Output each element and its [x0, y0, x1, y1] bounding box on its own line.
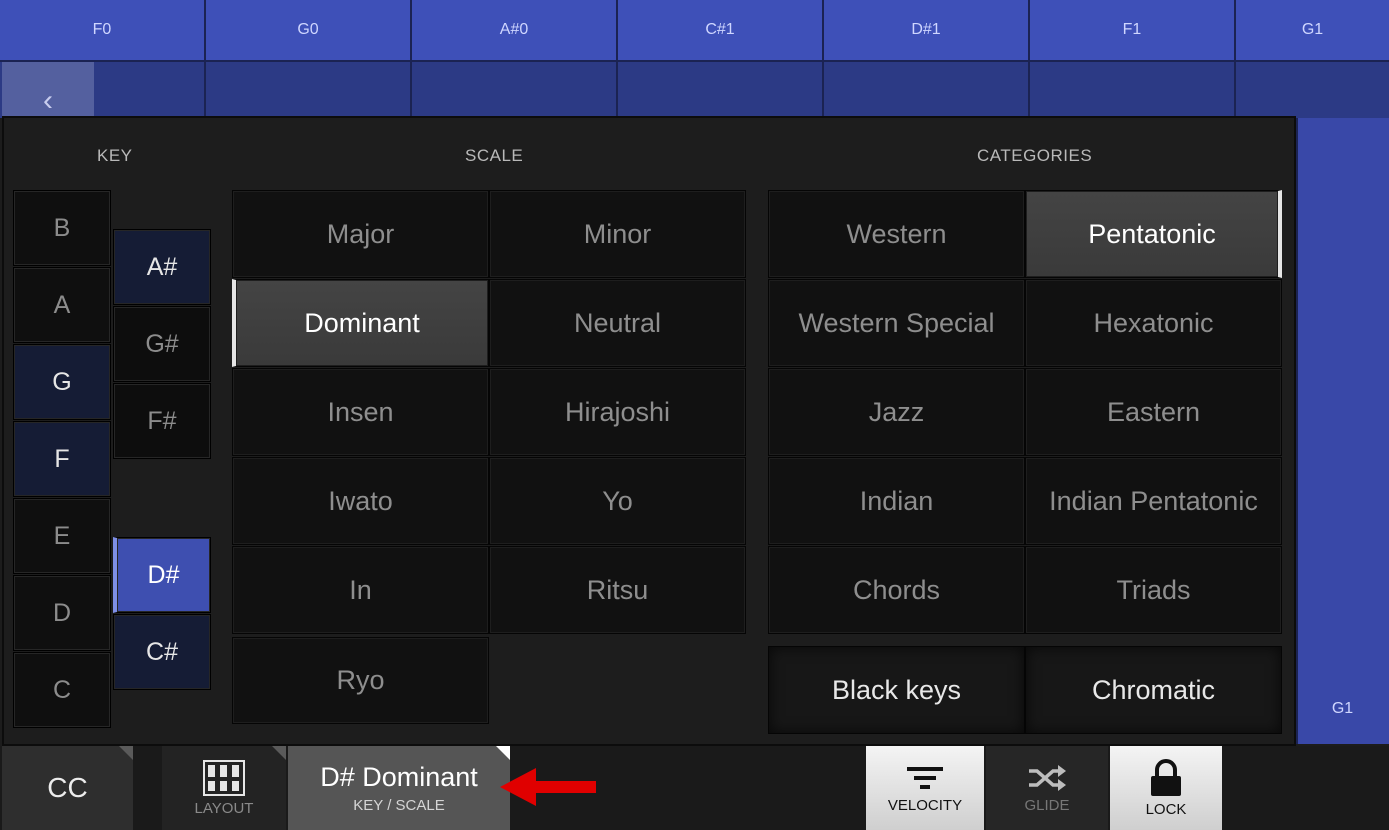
scale-in[interactable]: In [232, 546, 489, 634]
category-jazz[interactable]: Jazz [768, 368, 1025, 456]
red-arrow-icon [500, 768, 596, 806]
scale-minor[interactable]: Minor [489, 190, 746, 278]
scale-hirajoshi[interactable]: Hirajoshi [489, 368, 746, 456]
key-b[interactable]: B [13, 190, 111, 266]
key-g-sharp[interactable]: G# [113, 306, 211, 382]
category-western[interactable]: Western [768, 190, 1025, 278]
note-pad-f0[interactable]: F0 [0, 0, 206, 62]
key-scale-label: KEY / SCALE [353, 797, 445, 814]
note-pad-a-sharp-0[interactable]: A#0 [412, 0, 618, 62]
lock-label: LOCK [1145, 800, 1187, 818]
note-pad-g1[interactable]: G1 [1236, 0, 1389, 62]
back-button[interactable]: ‹ [2, 62, 94, 118]
category-pentatonic[interactable]: Pentatonic [1025, 190, 1282, 278]
note-pad-d-sharp-1[interactable]: D#1 [824, 0, 1030, 62]
scale-ritsu[interactable]: Ritsu [489, 546, 746, 634]
note-pad[interactable] [1236, 62, 1389, 118]
cc-button[interactable]: CC [2, 746, 133, 830]
key-f-sharp[interactable]: F# [113, 383, 211, 459]
note-pad-c-sharp-1[interactable]: C#1 [618, 0, 824, 62]
note-pad-right-column[interactable] [1296, 118, 1389, 744]
key-d-sharp[interactable]: D# [113, 537, 211, 613]
chevron-left-icon: ‹ [43, 84, 53, 117]
note-pad[interactable] [206, 62, 412, 118]
shuffle-icon [1029, 764, 1066, 791]
black-keys-button[interactable]: Black keys [768, 646, 1025, 734]
category-eastern[interactable]: Eastern [1025, 368, 1282, 456]
key-c-sharp[interactable]: C# [113, 614, 211, 690]
scale-yo[interactable]: Yo [489, 457, 746, 545]
layout-button[interactable]: LAYOUT [162, 746, 286, 830]
glide-label: GLIDE [1024, 796, 1070, 814]
note-pad-g1-label: G1 [1331, 700, 1354, 717]
key-scale-value: D# Dominant [320, 762, 478, 792]
key-header: KEY [97, 146, 133, 165]
note-grid-second-row [0, 62, 1389, 118]
velocity-label: VELOCITY [887, 796, 963, 814]
note-pad[interactable] [824, 62, 1030, 118]
lock-button[interactable]: LOCK [1110, 746, 1222, 830]
key-a[interactable]: A [13, 267, 111, 343]
category-hexatonic[interactable]: Hexatonic [1025, 279, 1282, 367]
key-g[interactable]: G [13, 344, 111, 420]
note-pad[interactable] [618, 62, 824, 118]
key-d[interactable]: D [13, 575, 111, 651]
category-indian[interactable]: Indian [768, 457, 1025, 545]
note-pad[interactable] [1030, 62, 1236, 118]
cc-label: CC [47, 772, 88, 803]
key-a-sharp[interactable]: A# [113, 229, 211, 305]
key-c[interactable]: C [13, 652, 111, 728]
scale-header: SCALE [465, 146, 524, 165]
scale-major[interactable]: Major [232, 190, 489, 278]
scale-ryo[interactable]: Ryo [232, 637, 489, 724]
scale-dominant[interactable]: Dominant [232, 279, 489, 367]
filter-icon [907, 766, 943, 789]
categories-header: CATEGORIES [977, 146, 1093, 165]
corner-indicator [272, 746, 286, 760]
key-f[interactable]: F [13, 421, 111, 497]
lock-icon [1151, 758, 1181, 796]
note-pad[interactable] [412, 62, 618, 118]
key-e[interactable]: E [13, 498, 111, 574]
scale-iwato[interactable]: Iwato [232, 457, 489, 545]
category-triads[interactable]: Triads [1025, 546, 1282, 634]
layout-label: LAYOUT [194, 799, 254, 817]
corner-indicator [496, 746, 510, 760]
category-indian-pentatonic[interactable]: Indian Pentatonic [1025, 457, 1282, 545]
scale-neutral[interactable]: Neutral [489, 279, 746, 367]
corner-indicator [119, 746, 133, 760]
note-pad-g0[interactable]: G0 [206, 0, 412, 62]
glide-button[interactable]: GLIDE [986, 746, 1108, 830]
category-western-special[interactable]: Western Special [768, 279, 1025, 367]
chromatic-button[interactable]: Chromatic [1025, 646, 1282, 734]
key-scale-button[interactable]: D# Dominant KEY / SCALE [288, 746, 510, 830]
note-pad-f1[interactable]: F1 [1030, 0, 1236, 62]
scale-insen[interactable]: Insen [232, 368, 489, 456]
velocity-button[interactable]: VELOCITY [866, 746, 984, 830]
category-chords[interactable]: Chords [768, 546, 1025, 634]
layout-grid-icon [203, 759, 245, 796]
note-grid-top-row: F0 G0 A#0 C#1 D#1 F1 G1 [0, 0, 1389, 62]
